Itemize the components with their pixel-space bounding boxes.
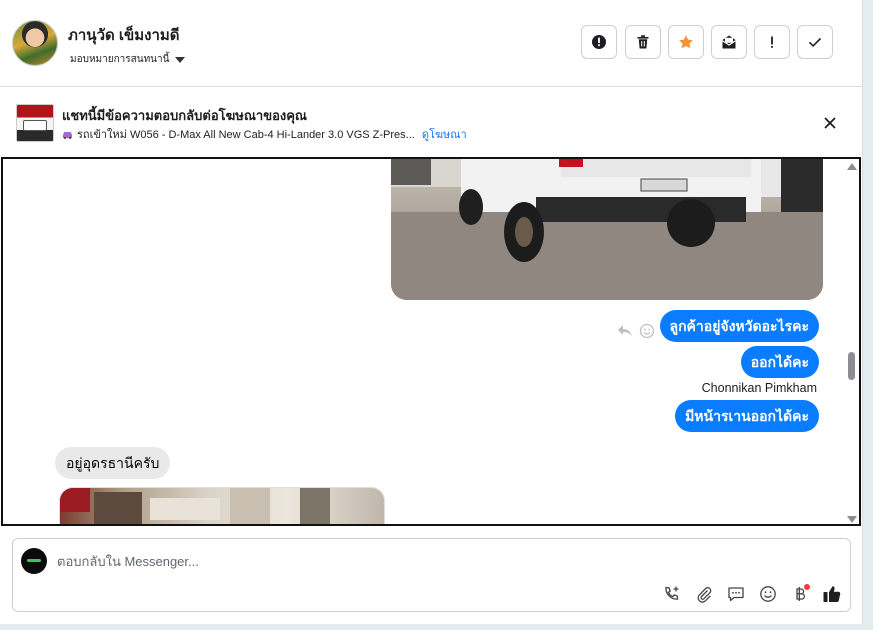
done-button[interactable]	[797, 25, 833, 59]
car-icon	[63, 131, 72, 139]
react-emoji-icon[interactable]	[639, 323, 655, 339]
outgoing-message[interactable]: ออกได้คะ	[740, 346, 819, 378]
smile-icon	[760, 586, 776, 602]
reply-composer	[12, 538, 851, 612]
paperclip-icon	[697, 587, 712, 603]
sender-name: Chonnikan Pimkham	[701, 381, 817, 395]
outgoing-message[interactable]: มีหน้ารเานออกได้คะ	[675, 400, 819, 432]
delete-button[interactable]	[625, 25, 661, 59]
scrollbar-thumb[interactable]	[848, 352, 855, 380]
payment-button[interactable]	[789, 583, 811, 605]
scroll-down-arrow-icon[interactable]	[847, 516, 857, 523]
assign-conversation-dropdown[interactable]: มอบหมายการสนทนานี้	[70, 52, 186, 67]
incoming-message[interactable]: อยู่อุดรธานีครับ	[55, 447, 171, 479]
notification-dot	[804, 584, 810, 590]
user-name[interactable]: ภานุวัด เข็มงามดี	[68, 23, 180, 47]
truck-photo-attachment[interactable]	[391, 159, 823, 300]
close-banner-button[interactable]	[820, 113, 840, 133]
page-avatar	[21, 548, 47, 574]
check-icon	[808, 37, 822, 48]
composer-toolbar	[661, 583, 843, 605]
assign-label: มอบหมายการสนทนานี้	[70, 54, 170, 65]
star-icon	[679, 35, 693, 49]
attach-button[interactable]	[693, 583, 715, 605]
ad-title-text: รถเข้าใหม่ W056 - D-Max All New Cab-4 Hi…	[77, 129, 415, 141]
thread-scrollbar[interactable]	[845, 159, 859, 524]
chat-bubble-icon	[728, 587, 744, 602]
important-button[interactable]	[754, 25, 790, 59]
reply-icon[interactable]	[617, 324, 633, 338]
conversation-header: ภานุวัด เข็มงามดี มอบหมายการสนทนานี้	[0, 0, 862, 87]
trash-icon	[637, 35, 649, 49]
ad-reply-banner: แชทนี้มีข้อความตอบกลับต่อโฆษณาของคุณ รถเ…	[0, 87, 862, 157]
avatar[interactable]	[12, 20, 58, 66]
message-thread[interactable]: ลูกค้าอยู่จังหวัดอะไรคะ ออกได้คะ Chonnik…	[1, 157, 861, 526]
reply-input[interactable]	[57, 547, 817, 575]
envelope-icon	[722, 35, 736, 49]
ad-banner-subtitle: รถเข้าใหม่ W056 - D-Max All New Cab-4 Hi…	[62, 125, 467, 143]
emoji-button[interactable]	[757, 583, 779, 605]
caret-down-icon	[175, 56, 186, 63]
call-button[interactable]	[661, 583, 683, 605]
photo-attachment[interactable]	[59, 487, 385, 524]
star-button[interactable]	[668, 25, 704, 59]
mark-unread-button[interactable]	[711, 25, 747, 59]
alert-circle-icon	[592, 35, 606, 49]
conversation-panel: ภานุวัด เข็มงามดี มอบหมายการสนทนานี้ แชท…	[0, 0, 863, 624]
thumbs-up-icon	[823, 586, 841, 603]
scroll-up-arrow-icon[interactable]	[847, 163, 857, 170]
outgoing-message[interactable]: ลูกค้าอยู่จังหวัดอะไรคะ	[659, 310, 819, 342]
view-ad-link[interactable]: ดูโฆษณา	[422, 125, 467, 143]
photo	[60, 488, 330, 524]
phone-plus-icon	[665, 586, 679, 600]
truck-photo	[391, 159, 823, 300]
saved-replies-button[interactable]	[725, 583, 747, 605]
ad-thumbnail[interactable]	[16, 104, 54, 142]
report-button[interactable]	[581, 25, 617, 59]
ad-banner-title: แชทนี้มีข้อความตอบกลับต่อโฆษณาของคุณ	[62, 108, 307, 123]
close-icon	[824, 117, 836, 129]
like-button[interactable]	[821, 583, 843, 605]
message-actions	[617, 323, 655, 339]
exclamation-icon	[771, 36, 773, 48]
